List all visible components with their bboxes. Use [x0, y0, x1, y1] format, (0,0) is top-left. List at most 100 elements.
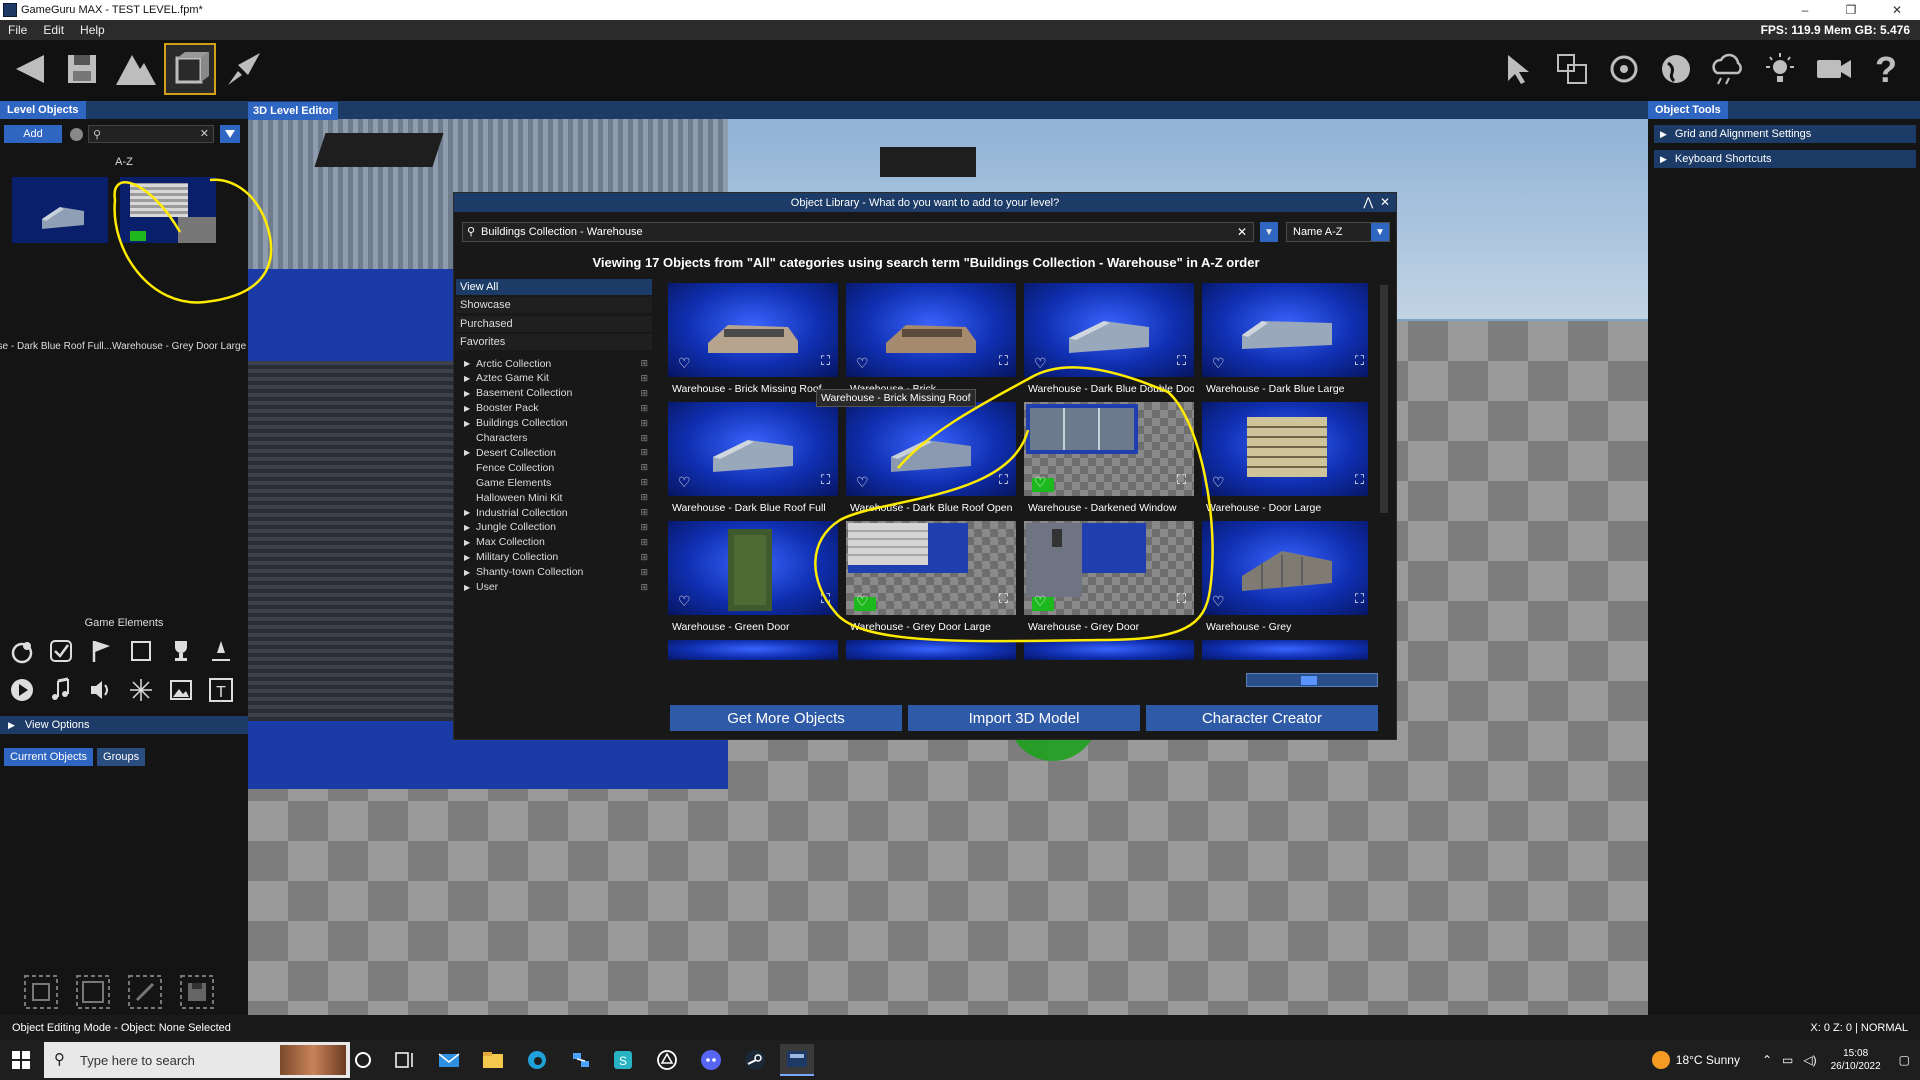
object-card[interactable]: ♡ ⛶ Warehouse - Brick Missing Roof	[668, 283, 838, 399]
pin-icon[interactable]: ⊞	[640, 522, 648, 533]
network-icon[interactable]: ▭	[1782, 1053, 1793, 1067]
volume-icon[interactable]: ◁)	[1803, 1053, 1816, 1067]
flag-element-icon[interactable]	[86, 636, 116, 666]
object-card[interactable]: ♡ ⛶ Warehouse - Darkened Window	[1024, 402, 1194, 518]
view-options-toggle[interactable]: ▶ View Options	[0, 716, 248, 734]
sun-icon[interactable]	[1754, 43, 1806, 95]
music-element-icon[interactable]	[46, 675, 76, 705]
clear-search-icon[interactable]: ✕	[200, 127, 209, 140]
pin-icon[interactable]: ⊞	[640, 477, 648, 488]
filter-dropdown-icon[interactable]	[220, 125, 240, 143]
pin-icon[interactable]: ⊞	[640, 552, 648, 563]
tab-groups[interactable]: Groups	[97, 748, 146, 766]
category-showcase[interactable]: Showcase	[456, 297, 652, 313]
keyboard-shortcuts-row[interactable]: ▶ Keyboard Shortcuts	[1654, 150, 1916, 168]
object-thumbnail[interactable]	[1024, 521, 1194, 615]
menu-file[interactable]: File	[0, 23, 35, 37]
favorite-heart-icon[interactable]: ♡	[1212, 355, 1225, 372]
text-element-icon[interactable]: T	[206, 675, 236, 705]
restore-button[interactable]: ❐	[1828, 0, 1874, 20]
object-card[interactable]: ♡ ⛶ Warehouse - Grey Door	[1024, 521, 1194, 637]
category-collection[interactable]: ▶ Arctic Collection ⊞	[464, 356, 650, 371]
get-more-objects-button[interactable]: Get More Objects	[670, 705, 902, 731]
pin-icon[interactable]: ⊞	[640, 433, 648, 444]
group-select-icon[interactable]	[20, 971, 62, 1013]
camera-icon[interactable]	[1808, 43, 1860, 95]
help-icon[interactable]: ?	[1860, 43, 1912, 95]
favorite-heart-icon[interactable]: ♡	[678, 593, 691, 610]
category-collection[interactable]: ▶ Shanty-town Collection ⊞	[464, 565, 650, 580]
grid-scrollbar[interactable]	[1380, 285, 1388, 513]
object-card[interactable]: ♡⛶Warehouse - Brick	[846, 283, 1016, 399]
object-card[interactable]: ♡ ⛶ Warehouse - Dark Blue Double Door	[1024, 283, 1194, 399]
expand-preview-icon[interactable]: ⛶	[821, 472, 830, 488]
character-creator-button[interactable]: Character Creator	[1146, 705, 1378, 731]
favorite-heart-icon[interactable]: ♡	[1034, 474, 1047, 491]
category-collection[interactable]: Fence Collection ⊞	[464, 460, 650, 475]
level-objects-tab[interactable]: Level Objects	[0, 101, 86, 119]
trophy-element-icon[interactable]	[166, 636, 196, 666]
unity-icon[interactable]	[650, 1044, 684, 1076]
category-collection[interactable]: ▶ Jungle Collection ⊞	[464, 520, 650, 535]
globe-icon[interactable]	[1650, 43, 1702, 95]
close-button[interactable]: ✕	[1874, 0, 1920, 20]
cortana-icon[interactable]	[346, 1044, 380, 1076]
menu-help[interactable]: Help	[72, 23, 113, 37]
grid-alignment-settings-row[interactable]: ▶ Grid and Alignment Settings	[1654, 125, 1916, 143]
edge-icon[interactable]	[520, 1044, 554, 1076]
object-thumbnail[interactable]	[846, 640, 1016, 660]
sort-select[interactable]: Name A-Z ▼	[1286, 222, 1390, 242]
tray-chevron-icon[interactable]: ⌃	[1762, 1053, 1772, 1067]
object-thumbnail[interactable]	[668, 640, 838, 660]
filter-dropdown-icon[interactable]: ▼	[1260, 222, 1278, 242]
expand-preview-icon[interactable]: ⛶	[1355, 472, 1364, 488]
category-collection[interactable]: ▶ Military Collection ⊞	[464, 550, 650, 565]
menu-edit[interactable]: Edit	[35, 23, 72, 37]
file-explorer-icon[interactable]	[476, 1044, 510, 1076]
object-thumbnail[interactable]	[1202, 521, 1368, 615]
category-collection[interactable]: Halloween Mini Kit ⊞	[464, 490, 650, 505]
target-icon[interactable]	[1598, 43, 1650, 95]
particle-element-icon[interactable]	[126, 675, 156, 705]
mail-icon[interactable]	[432, 1044, 466, 1076]
object-thumbnail[interactable]	[1024, 402, 1194, 496]
expand-preview-icon[interactable]: ⛶	[999, 472, 1008, 488]
object-thumbnail[interactable]	[668, 402, 838, 496]
object-card[interactable]: ♡ ⛶ Warehouse - Dark Blue Large	[1202, 283, 1368, 399]
category-collection[interactable]: ▶ Buildings Collection ⊞	[464, 416, 650, 431]
object-thumbnail[interactable]	[1024, 640, 1194, 660]
taskbar-search-input[interactable]: ⚲ Type here to search	[44, 1042, 350, 1078]
category-collection[interactable]: ▶ Aztec Game Kit ⊞	[464, 371, 650, 386]
object-thumbnail[interactable]	[668, 283, 838, 377]
pin-icon[interactable]: ⊞	[640, 492, 648, 503]
favorite-heart-icon[interactable]: ♡	[678, 474, 691, 491]
object-thumbnail[interactable]	[1202, 283, 1368, 377]
object-thumbnail[interactable]	[1202, 402, 1368, 496]
task-view-icon[interactable]	[388, 1044, 422, 1076]
pin-icon[interactable]: ⊞	[640, 537, 648, 548]
pin-icon[interactable]: ⊞	[640, 567, 648, 578]
category-collection[interactable]: ▶ Basement Collection ⊞	[464, 386, 650, 401]
pin-icon[interactable]: ⊞	[640, 373, 648, 384]
save-icon[interactable]	[56, 43, 108, 95]
sound-element-icon[interactable]	[86, 675, 116, 705]
expand-preview-icon[interactable]: ⛶	[1177, 591, 1186, 607]
script-app-icon[interactable]: S	[606, 1044, 640, 1076]
category-collection[interactable]: ▶ User ⊞	[464, 580, 650, 595]
filter-toggle-icon[interactable]	[70, 128, 83, 141]
close-icon[interactable]: ✕	[1380, 195, 1390, 209]
favorite-heart-icon[interactable]: ♡	[1034, 593, 1047, 610]
expand-preview-icon[interactable]: ⛶	[1177, 472, 1186, 488]
object-tools-tab[interactable]: Object Tools	[1648, 101, 1728, 119]
favorite-heart-icon[interactable]: ♡	[856, 593, 869, 610]
pin-icon[interactable]: ⊞	[640, 358, 648, 369]
expand-preview-icon[interactable]: ⛶	[1355, 591, 1364, 607]
object-card[interactable]: ♡ ⛶ Warehouse - Dark Blue Roof Full	[668, 402, 838, 518]
pin-icon[interactable]: ⊞	[640, 388, 648, 399]
clear-search-icon[interactable]: ✕	[1237, 225, 1247, 239]
spotlight-element-icon[interactable]	[206, 636, 236, 666]
object-card[interactable]: ♡ ⛶ Warehouse - Grey	[1202, 521, 1368, 637]
category-purchased[interactable]: Purchased	[456, 316, 652, 332]
zone-element-icon[interactable]	[126, 636, 156, 666]
level-object-thumb[interactable]	[120, 177, 216, 243]
